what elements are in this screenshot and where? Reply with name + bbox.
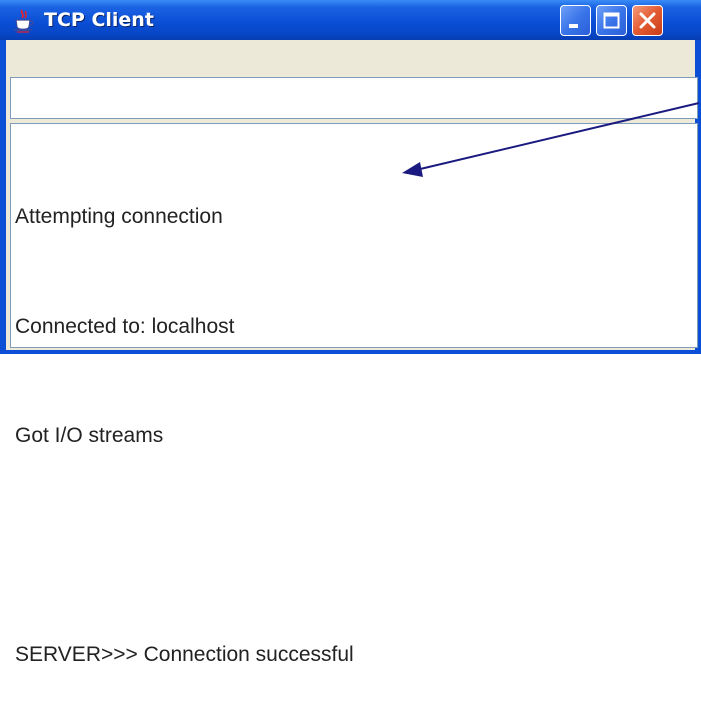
close-button[interactable] — [632, 5, 663, 36]
output-line: Attempting connection — [15, 205, 223, 228]
maximize-button[interactable] — [596, 5, 627, 36]
java-coffee-cup-icon[interactable] — [11, 8, 37, 34]
output-display[interactable]: Attempting connection Connected to: loca… — [10, 123, 698, 666]
output-line: Got I/O streams — [15, 424, 164, 447]
maximize-icon — [603, 12, 620, 29]
output-line: Connected to: localhost — [15, 314, 235, 338]
output-line: SERVER>>> Connection successful — [15, 643, 354, 666]
message-input[interactable] — [10, 77, 698, 119]
minimize-button[interactable] — [560, 5, 591, 36]
minimize-icon — [569, 24, 578, 28]
window-title: TCP Client — [44, 9, 154, 31]
close-icon — [639, 12, 656, 29]
title-bar[interactable]: TCP Client — [0, 0, 701, 40]
